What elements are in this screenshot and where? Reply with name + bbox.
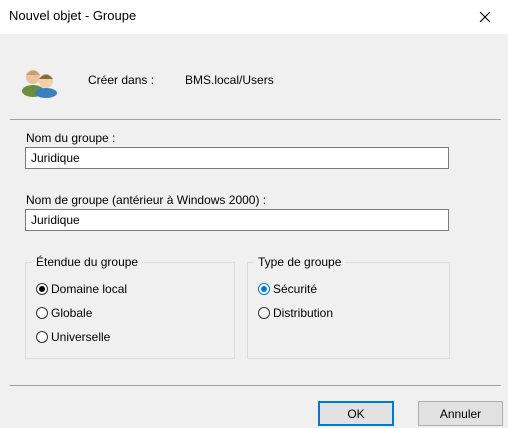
radio-label: Globale [51,306,93,320]
separator [10,385,501,386]
radio-button[interactable] [36,331,48,343]
radio-button[interactable] [258,307,270,319]
ok-button[interactable]: OK [318,401,394,426]
radio-label: Sécurité [273,282,318,296]
users-group-icon [22,70,57,98]
group-type-legend: Type de groupe [254,255,346,269]
create-in-label: Créer dans : [88,73,155,87]
radio-globale[interactable]: Globale [36,306,92,320]
group-scope-legend: Étendue du groupe [32,255,143,269]
radio-securite[interactable]: Sécurité [258,282,317,296]
create-in-path: BMS.local/Users [185,73,274,87]
group-type-box: Type de groupe Sécurité Distribution [247,255,450,359]
cancel-button[interactable]: Annuler [418,401,503,426]
radio-button[interactable] [258,283,270,295]
separator [10,119,501,120]
radio-button[interactable] [36,307,48,319]
radio-distribution[interactable]: Distribution [258,306,333,320]
group-name-pre2000-input[interactable] [25,209,449,231]
radio-button[interactable] [36,283,48,295]
radio-domaine-local[interactable]: Domaine local [36,282,127,296]
title-bar: Nouvel objet - Groupe [0,0,508,34]
group-scope-box: Étendue du groupe Domaine local Globale … [25,255,235,359]
close-button[interactable] [462,0,508,34]
radio-label: Universelle [51,330,111,344]
radio-universelle[interactable]: Universelle [36,330,110,344]
group-name-label: Nom du groupe : [26,131,116,145]
group-name-pre2000-label: Nom de groupe (antérieur à Windows 2000)… [26,193,267,207]
group-name-input[interactable] [25,147,449,169]
radio-label: Domaine local [51,282,128,296]
window-title: Nouvel objet - Groupe [9,8,137,23]
radio-label: Distribution [273,306,334,320]
close-icon [479,11,491,23]
